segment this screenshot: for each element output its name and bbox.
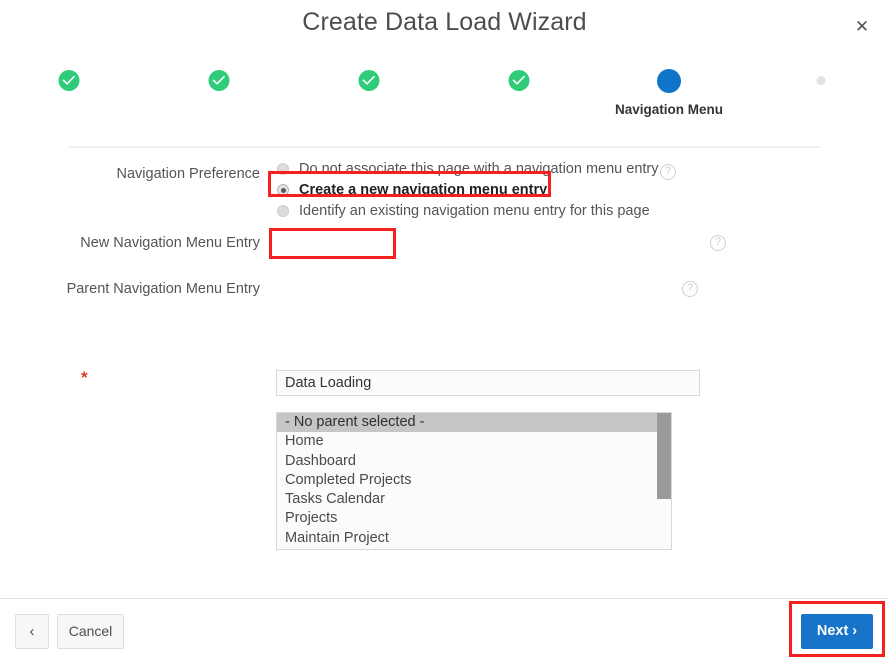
radio-icon-selected[interactable]: [277, 184, 289, 196]
cancel-button[interactable]: Cancel: [57, 614, 124, 649]
list-item[interactable]: Dashboard: [277, 452, 671, 471]
parent-navigation-menu-entry-label: Parent Navigation Menu Entry: [66, 281, 260, 297]
list-item[interactable]: Home: [277, 432, 671, 451]
page-title: Create Data Load Wizard: [302, 8, 587, 36]
list-item[interactable]: Completed Projects: [277, 471, 671, 490]
help-icon-new-navigation-menu-entry[interactable]: ?: [710, 235, 726, 251]
radio-option-label: Do not associate this page with a naviga…: [299, 161, 659, 177]
check-icon: [58, 70, 80, 91]
list-item[interactable]: Maintain Project: [277, 529, 671, 548]
radio-option-label: Create a new navigation menu entry: [299, 182, 548, 198]
wizard-progress-steps: Navigation Menu: [0, 66, 889, 148]
help-icon-navigation-preference[interactable]: ?: [660, 164, 676, 180]
check-icon: [508, 70, 530, 91]
new-navigation-menu-entry-input[interactable]: [276, 370, 700, 396]
dialog-titlebar: Create Data Load Wizard ✕: [0, 0, 889, 52]
pending-step-dot-icon: [816, 76, 826, 85]
list-item[interactable]: Projects: [277, 509, 671, 528]
required-asterisk: *: [81, 368, 88, 387]
parent-navigation-menu-entry-listbox[interactable]: - No parent selected - Home Dashboard Co…: [276, 412, 672, 550]
current-step-dot-icon: [657, 69, 681, 93]
back-button[interactable]: ‹: [15, 614, 49, 649]
check-icon: [358, 70, 380, 91]
navigation-preference-label: Navigation Preference: [116, 166, 260, 182]
new-navigation-menu-entry-label: New Navigation Menu Entry: [80, 235, 260, 251]
radio-icon[interactable]: [277, 205, 289, 217]
list-item[interactable]: Tasks Calendar: [277, 490, 671, 509]
listbox-scrollbar-track[interactable]: [657, 413, 671, 549]
listbox-scrollbar-thumb[interactable]: [657, 413, 671, 499]
check-icon: [208, 70, 230, 91]
footer-divider: [0, 598, 889, 599]
wizard-step-label: Navigation Menu: [614, 102, 724, 117]
radio-option-label: Identify an existing navigation menu ent…: [299, 203, 650, 219]
close-icon[interactable]: ✕: [848, 13, 876, 41]
annotation-highlight-menu-entry-input: [269, 228, 396, 259]
chevron-right-icon: ›: [852, 623, 858, 639]
next-button[interactable]: Next ›: [801, 614, 873, 649]
progress-track: [69, 146, 821, 148]
radio-icon[interactable]: [277, 163, 289, 175]
next-button-label: Next: [816, 623, 849, 639]
list-item[interactable]: - No parent selected -: [277, 413, 671, 433]
help-icon-parent-navigation-menu-entry[interactable]: ?: [682, 281, 698, 297]
